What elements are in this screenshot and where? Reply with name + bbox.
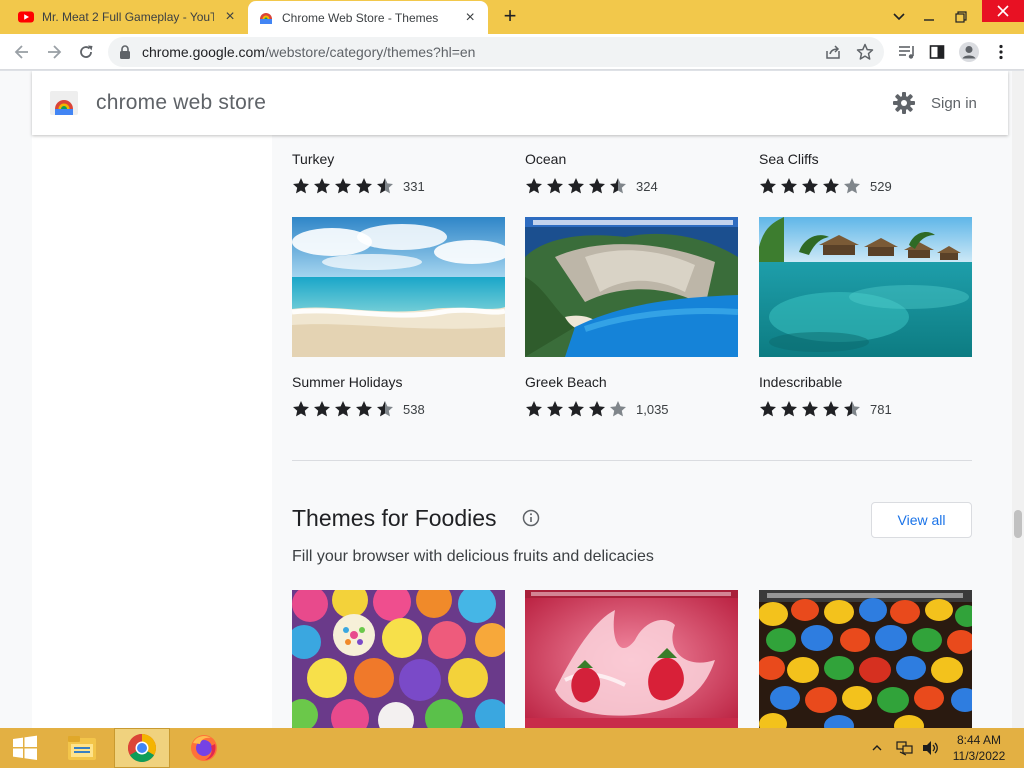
theme-thumbnail-indescribable[interactable] (759, 217, 972, 357)
new-tab-button[interactable]: + (498, 5, 522, 29)
minimize-button[interactable] (914, 0, 944, 34)
tab-strip: Mr. Meat 2 Full Gameplay - YouTube × Chr… (0, 0, 1024, 34)
reload-button[interactable] (74, 40, 98, 64)
theme-name[interactable]: Greek Beach (525, 374, 607, 390)
close-tab-icon[interactable]: × (462, 9, 478, 26)
section-title: Themes for Foodies (292, 505, 497, 531)
tab-search-chevron-icon[interactable] (884, 0, 914, 34)
rating-count: 538 (403, 401, 425, 417)
show-hidden-icons-icon[interactable] (872, 744, 882, 752)
network-icon[interactable] (896, 740, 914, 756)
windows-logo-icon (13, 735, 37, 760)
browser-toolbar: chrome.google.com/webstore/category/them… (0, 34, 1024, 70)
section-subtitle: Fill your browser with delicious fruits … (292, 548, 654, 565)
beach-thumbnail (292, 217, 505, 357)
folder-icon (68, 736, 96, 760)
forward-button[interactable] (42, 40, 66, 64)
address-bar[interactable]: chrome.google.com/webstore/category/them… (108, 37, 884, 67)
tropical-bungalows-thumbnail (759, 217, 972, 357)
theme-name[interactable]: Ocean (525, 151, 566, 167)
start-button[interactable] (0, 728, 50, 768)
theme-name[interactable]: Summer Holidays (292, 374, 402, 390)
rating-count: 781 (870, 401, 892, 417)
theme-rating: 324 (525, 176, 658, 196)
rating-count: 529 (870, 178, 892, 194)
theme-thumbnail-greek-beach[interactable] (525, 217, 738, 357)
tab-title: Chrome Web Store - Themes (282, 10, 439, 25)
page-viewport: chrome web store Sign in Turkey 331 Ocean 3… (0, 71, 1024, 728)
file-explorer-app[interactable] (54, 728, 110, 768)
url-text[interactable]: chrome.google.com/webstore/category/them… (142, 44, 475, 60)
rating-count: 331 (403, 178, 425, 194)
system-tray (872, 728, 940, 768)
clock-date: 11/3/2022 (952, 749, 1006, 763)
rating-count: 1,035 (636, 401, 669, 417)
share-icon[interactable] (824, 43, 842, 61)
chrome-web-store-icon (260, 12, 272, 24)
cliff-beach-thumbnail (525, 217, 738, 357)
theme-thumbnail-cupcakes[interactable] (292, 590, 505, 728)
rating-stars-icon (292, 400, 397, 418)
chrome-web-store-logo[interactable] (50, 89, 78, 117)
cupcakes-thumbnail (292, 590, 505, 728)
candies-thumbnail (759, 590, 972, 728)
theme-rating: 538 (292, 399, 425, 419)
store-header: chrome web store Sign in (32, 71, 1008, 135)
tab-youtube[interactable]: Mr. Meat 2 Full Gameplay - YouTube × (8, 0, 248, 34)
theme-rating: 331 (292, 176, 425, 196)
info-icon[interactable] (522, 509, 540, 527)
media-control-icon[interactable] (896, 41, 918, 63)
bookmark-star-icon[interactable] (856, 43, 874, 61)
tab-title: Mr. Meat 2 Full Gameplay - YouTube (42, 10, 215, 24)
restore-button[interactable] (946, 0, 976, 34)
reload-icon (80, 45, 93, 58)
back-button[interactable] (10, 40, 34, 64)
taskbar-clock[interactable]: 8:44 AM 11/3/2022 (944, 732, 1014, 764)
theme-thumbnail-summer-holidays[interactable] (292, 217, 505, 357)
chrome-app[interactable] (114, 728, 170, 768)
side-panel-icon[interactable] (926, 41, 948, 63)
store-name[interactable]: chrome web store (96, 91, 266, 115)
rating-stars-icon (525, 177, 630, 195)
theme-rating: 529 (759, 176, 892, 196)
theme-thumbnail-candies[interactable] (759, 590, 972, 728)
theme-name[interactable]: Sea Cliffs (759, 151, 819, 167)
tab-chrome-web-store[interactable]: Chrome Web Store - Themes × (248, 1, 488, 34)
clock-time: 8:44 AM (956, 733, 1002, 747)
rating-stars-icon (759, 177, 864, 195)
scrollbar-thumb[interactable] (1014, 510, 1022, 538)
close-window-button[interactable] (982, 0, 1024, 22)
rating-stars-icon (292, 177, 397, 195)
arrow-left-icon (14, 45, 28, 59)
theme-thumbnail-strawberry[interactable] (525, 590, 738, 728)
lock-icon[interactable] (118, 44, 132, 60)
firefox-app[interactable] (176, 728, 232, 768)
strawberry-splash-thumbnail (525, 590, 738, 728)
theme-rating: 1,035 (525, 399, 669, 419)
rating-stars-icon (759, 400, 864, 418)
settings-gear-icon[interactable] (892, 91, 916, 115)
rating-stars-icon (525, 400, 630, 418)
section-divider (292, 460, 972, 461)
theme-rating: 781 (759, 399, 892, 419)
left-sidebar (32, 135, 272, 728)
sign-in-link[interactable]: Sign in (931, 95, 977, 112)
url-host: chrome.google.com (142, 44, 265, 60)
windows-taskbar: 8:44 AM 11/3/2022 (0, 728, 1024, 768)
theme-name[interactable]: Turkey (292, 151, 334, 167)
chrome-icon (128, 734, 156, 762)
theme-name[interactable]: Indescribable (759, 374, 842, 390)
more-menu-icon[interactable] (990, 41, 1012, 63)
close-tab-icon[interactable]: × (222, 9, 238, 25)
arrow-right-icon (48, 45, 62, 59)
volume-icon[interactable] (922, 740, 940, 756)
firefox-icon (191, 735, 217, 761)
view-all-button[interactable]: View all (871, 502, 972, 538)
page-scrollbar[interactable] (1012, 71, 1024, 728)
rating-count: 324 (636, 178, 658, 194)
themes-content: Turkey 331 Ocean 324 Sea Cliffs 529 Summ… (272, 135, 1008, 728)
url-path: /webstore/category/themes?hl=en (264, 44, 476, 60)
profile-avatar-icon[interactable] (958, 41, 980, 63)
youtube-icon (18, 11, 34, 23)
